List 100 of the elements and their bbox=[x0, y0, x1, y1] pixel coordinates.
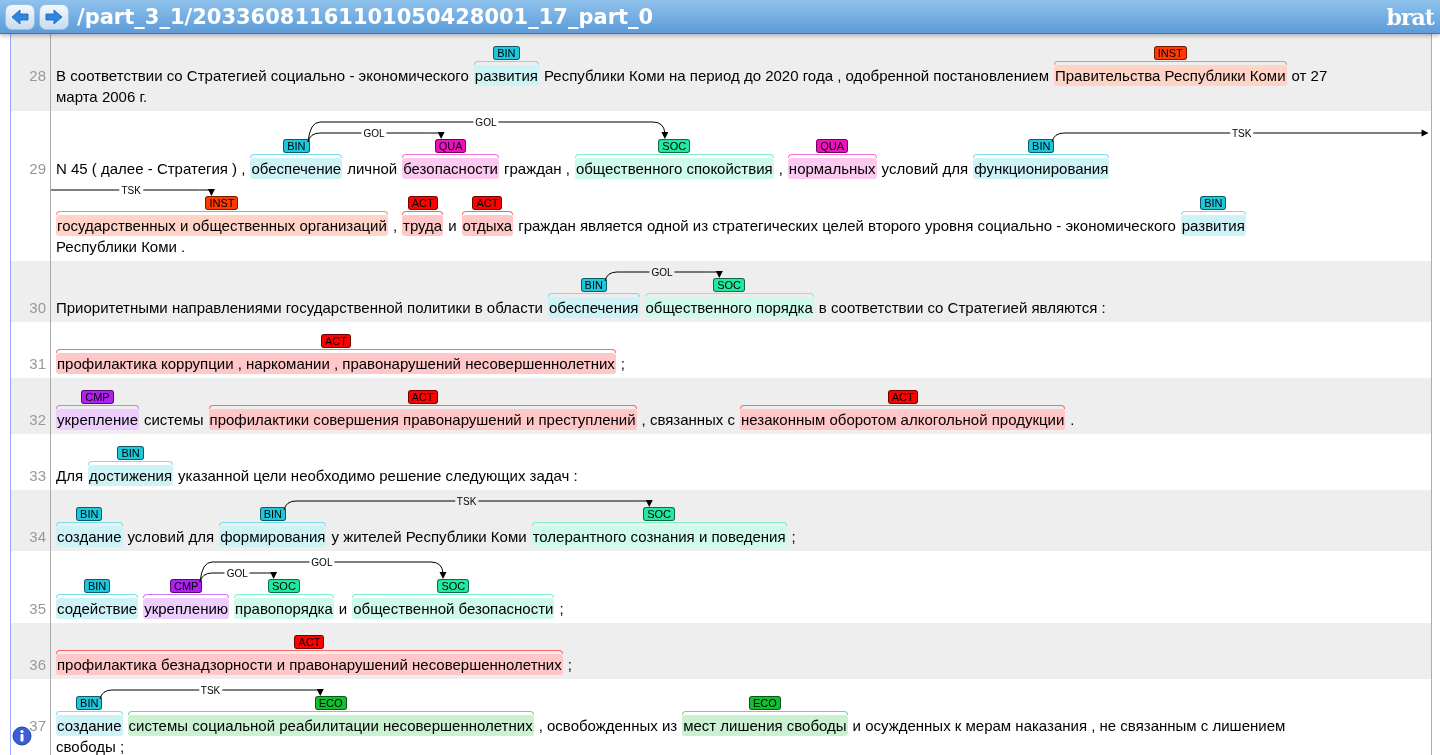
line-number: 31 bbox=[29, 354, 46, 374]
entity-label[interactable]: INST bbox=[1153, 46, 1187, 60]
entity-label[interactable]: ECO bbox=[314, 696, 347, 710]
sentence-text: граждан , bbox=[504, 159, 570, 179]
span-text: незаконным оборотом алкогольной продукции bbox=[740, 409, 1066, 430]
arc-label: GOL bbox=[361, 127, 387, 139]
arc-label: TSK bbox=[198, 684, 223, 696]
line-number: 34 bbox=[29, 527, 46, 547]
sentence-text: личной bbox=[347, 159, 398, 179]
entity-label[interactable]: CMP bbox=[81, 390, 114, 404]
sentence-text: от 27 bbox=[1291, 66, 1328, 86]
line-number: 32 bbox=[29, 410, 46, 430]
span-text: формирования bbox=[219, 526, 327, 547]
entity-label[interactable]: SOC bbox=[268, 579, 300, 593]
span-text: развития bbox=[473, 65, 539, 86]
entity-label[interactable]: BIN bbox=[117, 446, 144, 460]
entity-label[interactable]: ACT bbox=[887, 390, 918, 404]
entity-label[interactable]: SOC bbox=[658, 139, 691, 153]
span-text: создание bbox=[56, 526, 123, 547]
sentence-text: , связанных с bbox=[641, 410, 736, 430]
line-number: 29 bbox=[29, 159, 46, 179]
sentence-text: , освобожденных из bbox=[538, 716, 678, 736]
span-text: общественной безопасности bbox=[352, 598, 555, 619]
span-text: профилактика безнадзорности и правонарушений несовершеннолетних bbox=[56, 654, 563, 675]
entity-label[interactable]: CMP bbox=[169, 579, 203, 593]
sentence-text: и осужденных к мерам наказания , не связанным с лишением bbox=[852, 716, 1286, 736]
span-text: Правительства Республики Коми bbox=[1054, 65, 1287, 86]
span-text: мест лишения свободы bbox=[682, 715, 848, 736]
entity-label[interactable]: BIN bbox=[76, 696, 103, 710]
sentence-text: ; bbox=[620, 354, 626, 374]
entity-label[interactable]: BIN bbox=[83, 579, 111, 593]
entity-label[interactable]: BIN bbox=[580, 278, 607, 292]
line-number: 33 bbox=[29, 466, 46, 486]
entity-label[interactable]: ACT bbox=[407, 196, 438, 210]
arc-label: GOL bbox=[309, 556, 335, 568]
span-text: укрепление bbox=[56, 409, 139, 430]
arc-label: TSK bbox=[1230, 127, 1254, 139]
span-text: профилактики совершения правонарушений и преступлений bbox=[208, 409, 637, 430]
sentence-text: системы bbox=[144, 410, 204, 430]
sentence-text: условий для bbox=[127, 527, 215, 547]
sentence-text: . bbox=[1070, 410, 1075, 430]
entity-label[interactable]: BIN bbox=[259, 507, 286, 521]
entity-label[interactable]: SOC bbox=[713, 278, 746, 292]
span-text: общественного спокойствия bbox=[574, 158, 774, 179]
sentence-text: указанной цели необходимо решение следующих задач : bbox=[178, 466, 578, 486]
line-number: 30 bbox=[29, 298, 46, 318]
sentence-text: и bbox=[448, 216, 457, 236]
entity-label[interactable]: ACT bbox=[407, 390, 438, 404]
app-logo: brat bbox=[1386, 3, 1434, 30]
span-text: функционирования bbox=[973, 158, 1110, 179]
back-button[interactable] bbox=[5, 3, 35, 30]
span-text: обеспечение bbox=[250, 158, 343, 179]
entity-label[interactable]: QUA bbox=[816, 139, 849, 153]
sentence-text: ; bbox=[567, 655, 572, 675]
span-text: укреплению bbox=[143, 598, 230, 619]
entity-label[interactable]: SOC bbox=[643, 507, 676, 521]
span-text: развития bbox=[1180, 215, 1246, 236]
entity-label[interactable]: BIN bbox=[283, 139, 310, 153]
span-text: создание bbox=[56, 715, 123, 736]
line-number: 37 bbox=[29, 716, 46, 736]
sentence-text: марта 2006 г. bbox=[56, 87, 148, 107]
sentence-text: В соответствии со Стратегией социально - экономического bbox=[56, 66, 469, 86]
sentence-text: Республики Коми на период до 2020 года , одобренной постановлением bbox=[543, 66, 1049, 86]
arc-label: TSK bbox=[454, 495, 479, 507]
entity-label[interactable]: ACT bbox=[320, 334, 351, 348]
back-arrow-icon bbox=[10, 7, 30, 26]
entity-label[interactable]: INST bbox=[205, 196, 239, 210]
span-text: содействие bbox=[56, 598, 139, 619]
span-text: нормальных bbox=[787, 158, 877, 179]
entity-label[interactable]: ACT bbox=[294, 635, 325, 649]
forward-button[interactable] bbox=[39, 3, 69, 30]
arc-label: TSK bbox=[119, 184, 143, 196]
entity-label[interactable]: ECO bbox=[748, 696, 781, 710]
span-text: государственных и общественных организаций bbox=[56, 215, 388, 236]
info-icon[interactable] bbox=[12, 726, 32, 746]
entity-label[interactable]: SOC bbox=[437, 579, 470, 593]
span-text: труда bbox=[402, 215, 444, 236]
span-text: общественного порядка bbox=[644, 297, 814, 318]
sentence-text: , bbox=[392, 216, 398, 236]
span-text: обеспечения bbox=[547, 297, 640, 318]
entity-label[interactable]: BIN bbox=[1200, 196, 1227, 210]
sentence-text: , bbox=[778, 159, 783, 179]
span-text: безопасности bbox=[402, 158, 499, 179]
span-text: толерантного сознания и поведения bbox=[531, 526, 787, 547]
entity-label[interactable]: ACT bbox=[472, 196, 503, 210]
arc-label: GOL bbox=[224, 567, 250, 579]
forward-arrow-icon bbox=[44, 7, 64, 26]
entity-label[interactable]: QUA bbox=[434, 139, 467, 153]
sentence-text: у жителей Республики Коми bbox=[331, 527, 527, 547]
sentence-text: в соответствии со Стратегией являются : bbox=[818, 298, 1106, 318]
span-text: отдыха bbox=[461, 215, 514, 236]
sentence-text: ; bbox=[559, 599, 564, 619]
line-number: 28 bbox=[29, 66, 46, 86]
sentence-text: Республики Коми . bbox=[56, 237, 186, 257]
arc-label: GOL bbox=[649, 266, 675, 278]
document-title: /part_3_1/20336081161101050428001_17_part_0 bbox=[77, 4, 655, 29]
entity-label[interactable]: BIN bbox=[493, 46, 520, 60]
entity-label[interactable]: BIN bbox=[1028, 139, 1055, 153]
entity-label[interactable]: BIN bbox=[76, 507, 103, 521]
sentence-text: N 45 ( далее - Стратегия ) , bbox=[56, 159, 246, 179]
